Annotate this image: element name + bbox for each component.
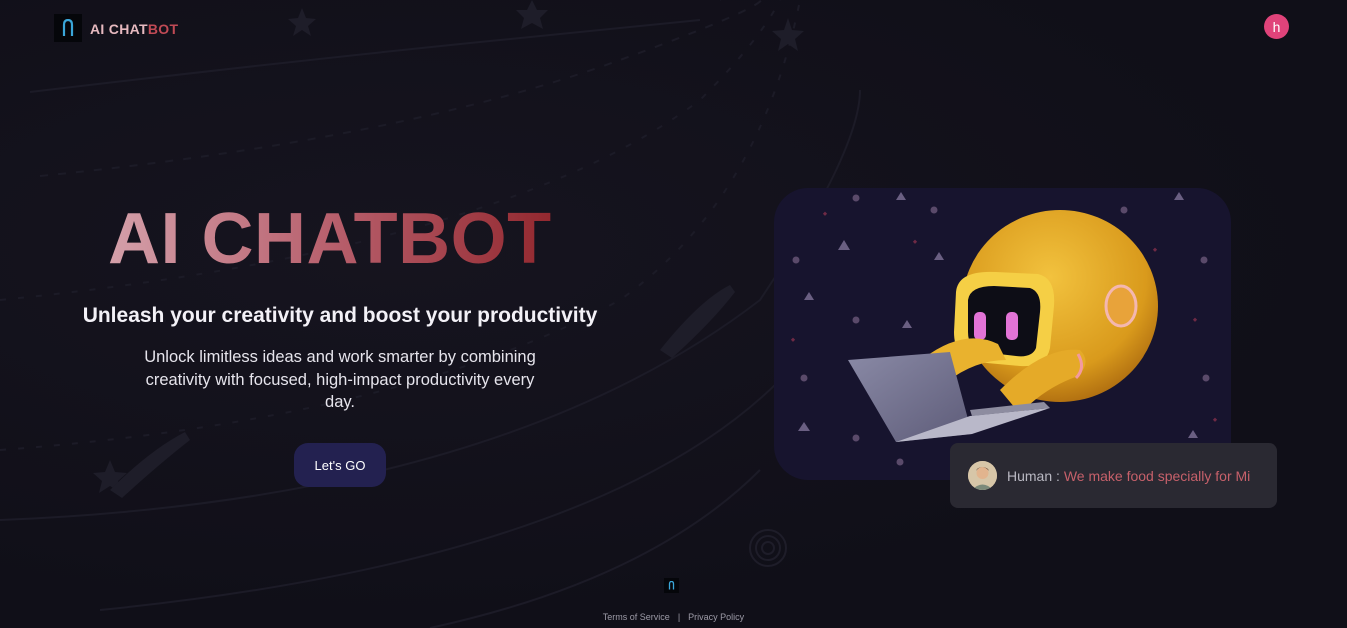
star-icon bbox=[772, 18, 804, 51]
person-icon bbox=[968, 461, 997, 490]
user-avatar[interactable]: h bbox=[1264, 14, 1289, 39]
page: AI CHATBOT h AI CHATBOT Unleash your cre… bbox=[0, 0, 1347, 628]
chat-preview-text: Human : We make food specially for Mi bbox=[1007, 468, 1250, 484]
star-icon bbox=[516, 0, 548, 29]
human-avatar bbox=[968, 461, 997, 490]
hero-subtitle: Unleash your creativity and boost your p… bbox=[82, 304, 598, 327]
brand-name-part2: BOT bbox=[147, 21, 179, 37]
footer-logo[interactable] bbox=[664, 578, 679, 593]
hero-title: AI CHATBOT bbox=[108, 199, 552, 279]
brand-name[interactable]: AI CHATBOT bbox=[90, 21, 178, 37]
comet-icon bbox=[110, 432, 190, 498]
comet-icon bbox=[660, 285, 735, 358]
robot-illustration-art bbox=[790, 192, 1218, 466]
chat-preview[interactable]: Human : We make food specially for Mi bbox=[950, 443, 1277, 508]
footer-links: Terms of Service | Privacy Policy bbox=[0, 612, 1347, 622]
terms-link[interactable]: Terms of Service bbox=[603, 612, 670, 622]
lets-go-button[interactable]: Let's GO bbox=[294, 443, 386, 487]
logo-icon bbox=[62, 19, 74, 36]
privacy-link[interactable]: Privacy Policy bbox=[688, 612, 744, 622]
footer-separator: | bbox=[677, 612, 681, 622]
hero-description: Unlock limitless ideas and work smarter … bbox=[144, 348, 536, 411]
chat-speaker: Human : bbox=[1007, 467, 1064, 484]
brand-name-part1: AI CHAT bbox=[90, 21, 148, 37]
logo[interactable] bbox=[54, 14, 82, 42]
star-icon bbox=[288, 8, 316, 36]
spiral-icon bbox=[749, 529, 787, 567]
chat-message: We make food specially for Mi bbox=[1063, 467, 1251, 484]
robot-illustration bbox=[774, 188, 1231, 480]
logo-icon bbox=[668, 581, 675, 590]
